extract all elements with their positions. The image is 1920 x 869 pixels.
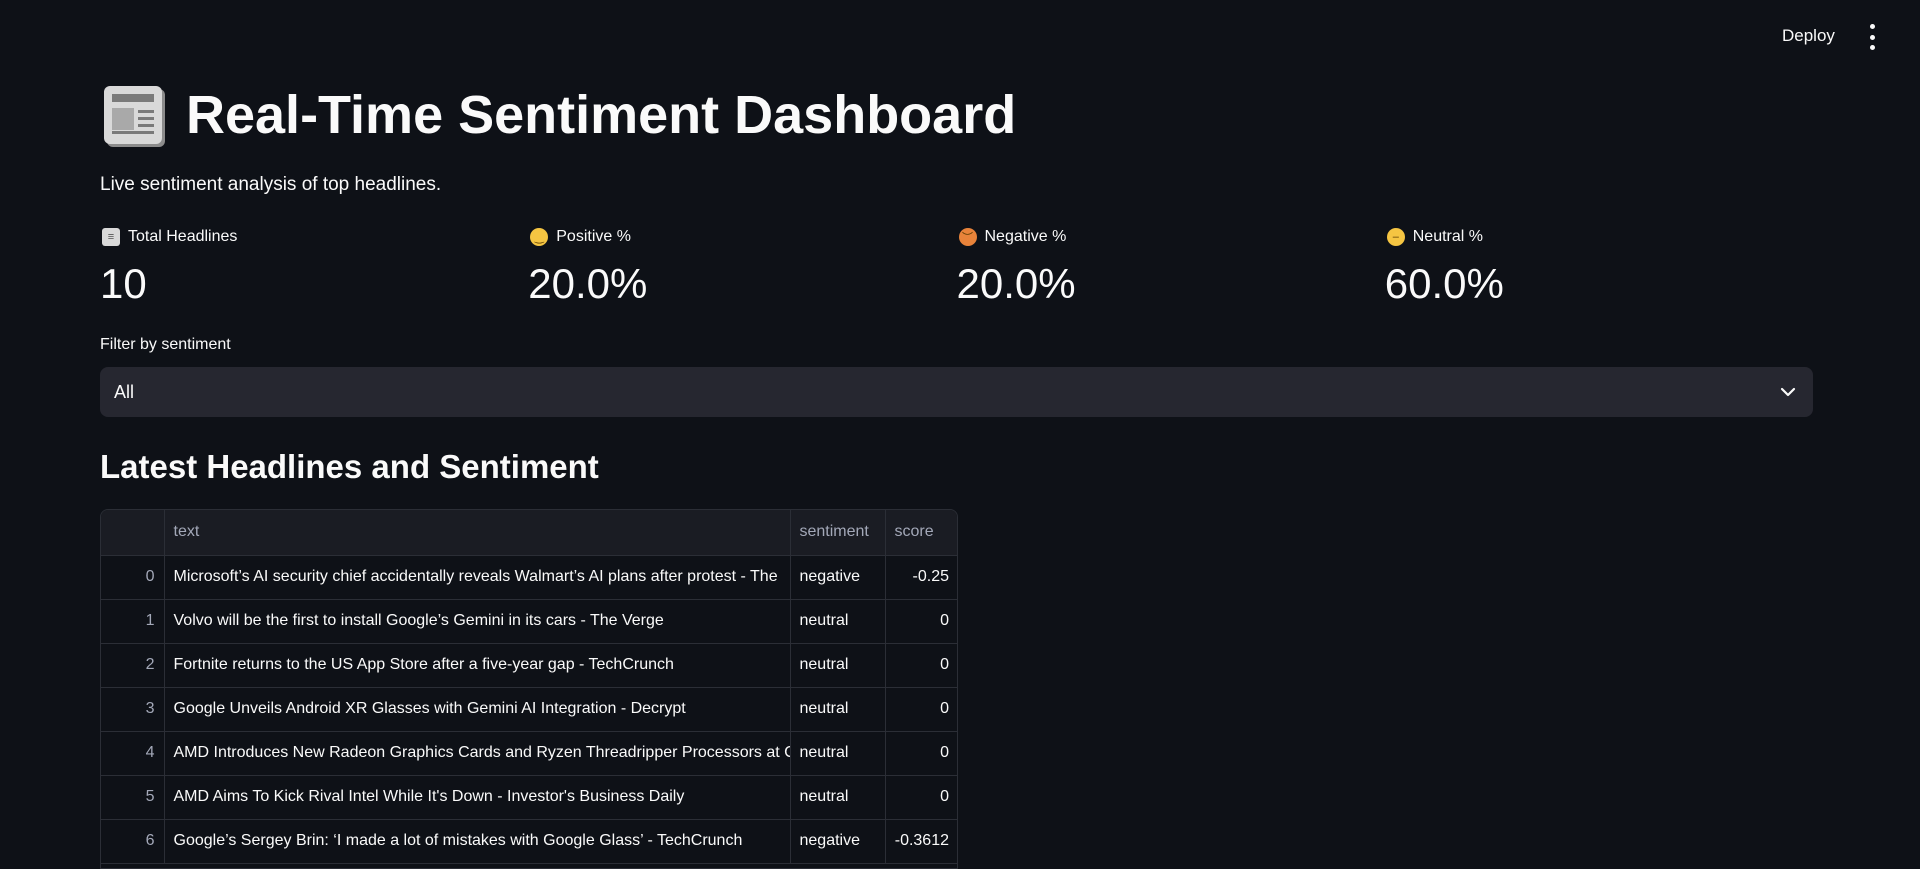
row-index: 6 [101,819,165,864]
headline-text[interactable]: Volvo will be the first to install Googl… [164,599,791,644]
page-header: Real-Time Sentiment Dashboard [104,84,1016,146]
row-index: 4 [101,731,165,776]
row-index: 0 [101,555,165,600]
row-index: 3 [101,687,165,732]
metric-total-headlines: ≡ Total Headlines 10 [100,224,528,308]
score-cell[interactable]: 0 [885,643,957,688]
table-row[interactable]: 5 AMD Aims To Kick Rival Intel While It'… [101,775,957,820]
select-value: All [114,381,135,402]
metric-label: Negative % [984,228,1067,245]
metric-value: 60.0% [1384,260,1504,307]
score-cell[interactable]: 0 [885,731,957,776]
metric-label: Neutral % [1412,228,1483,245]
table-row[interactable]: 0 Microsoft’s AI security chief accident… [101,555,957,600]
neutral-face-icon: – [1386,228,1405,246]
table-header-row: text sentiment score [101,510,957,556]
table-row[interactable]: 6 Google’s Sergey Brin: ‘I made a lot of… [101,819,957,864]
table-row[interactable]: 3 Google Unveils Android XR Glasses with… [101,687,957,732]
sentiment-cell[interactable]: neutral [790,731,886,776]
metric-negative: ︶ Negative % 20.0% [957,224,1385,308]
sentiment-cell[interactable]: negative [790,819,886,864]
score-cell[interactable]: -0.3612 [885,819,957,864]
newspaper-icon [104,86,162,144]
headline-text[interactable]: Fortnite returns to the US App Store aft… [164,643,791,688]
score-cell[interactable]: 0 [885,599,957,644]
headline-text[interactable]: AMD Introduces New Radeon Graphics Cards… [164,731,791,776]
row-index: 5 [101,775,165,820]
metric-label: Total Headlines [128,228,238,245]
headline-text[interactable]: Google Unveils Android XR Glasses with G… [164,687,791,732]
headline-text[interactable]: Google’s Sergey Brin: ‘I made a lot of m… [164,819,791,864]
chevron-down-icon [1777,381,1799,403]
metric-neutral: – Neutral % 60.0% [1385,224,1813,308]
table-row[interactable]: 2 Fortnite returns to the US App Store a… [101,643,957,688]
sentiment-cell[interactable]: neutral [790,775,886,820]
column-header-text[interactable]: text [164,510,791,556]
sentiment-cell[interactable]: negative [790,555,886,600]
newspaper-icon: ≡ [102,228,120,246]
metrics-row: ≡ Total Headlines 10 ‿ Positive % 20.0% … [100,224,1813,308]
column-header-index[interactable] [101,510,165,556]
sentiment-cell[interactable]: neutral [790,643,886,688]
metric-value: 20.0% [528,260,648,307]
angry-face-icon: ︶ [958,228,977,246]
sentiment-filter-select[interactable]: All [100,367,1813,417]
column-header-score[interactable]: score [885,510,957,556]
app-header: Deploy [0,0,1920,72]
page-subtitle: Live sentiment analysis of top headlines… [100,174,442,195]
headline-text[interactable]: AMD Aims To Kick Rival Intel While It's … [164,775,791,820]
score-cell[interactable]: 0 [885,687,957,732]
page-title: Real-Time Sentiment Dashboard [186,85,1017,145]
headline-text[interactable]: Microsoft’s AI security chief accidental… [164,555,791,600]
table-row[interactable]: 4 AMD Introduces New Radeon Graphics Car… [101,731,957,776]
main-menu-icon[interactable] [1866,24,1878,50]
metric-value: 10 [100,260,147,307]
row-index: 2 [101,643,165,688]
metric-positive: ‿ Positive % 20.0% [528,224,956,308]
score-cell[interactable]: -0.25 [885,555,957,600]
metric-value: 20.0% [956,260,1076,307]
metric-label: Positive % [556,228,631,245]
row-index: 1 [101,599,165,644]
table-row[interactable]: 1 Volvo will be the first to install Goo… [101,599,957,644]
score-cell[interactable]: 0 [885,775,957,820]
deploy-button[interactable]: Deploy [1772,22,1845,50]
column-header-sentiment[interactable]: sentiment [790,510,886,556]
sentiment-cell[interactable]: neutral [790,599,886,644]
sentiment-cell[interactable]: neutral [790,687,886,732]
section-title: Latest Headlines and Sentiment [100,448,599,485]
filter-label: Filter by sentiment [100,336,231,353]
smiling-face-icon: ‿ [530,228,549,246]
headlines-table[interactable]: text sentiment score 0 Microsoft’s AI se… [100,509,958,869]
